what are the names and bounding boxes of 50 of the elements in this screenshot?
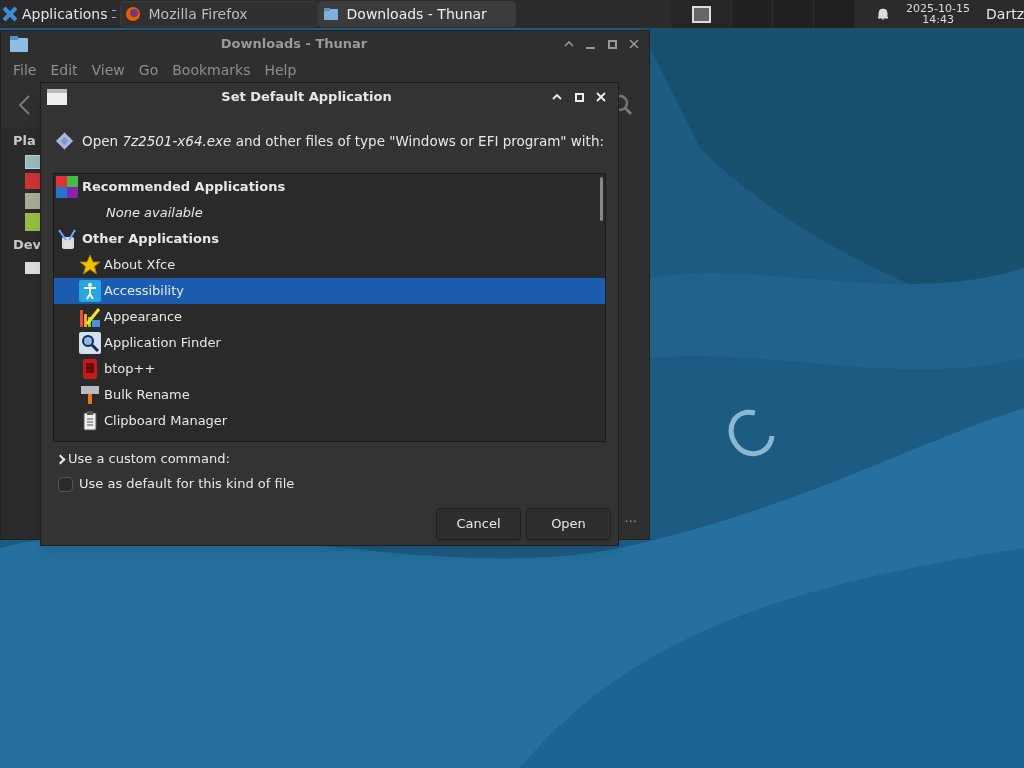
- dialog-button[interactable]: Cancel: [436, 508, 521, 540]
- menu-item[interactable]: File: [13, 59, 37, 81]
- brush-cup-icon: [56, 228, 78, 250]
- empty-note: None available: [106, 204, 203, 223]
- xfce-logo-icon: [2, 6, 18, 22]
- menu-item[interactable]: Bookmarks: [172, 59, 251, 81]
- menu-item[interactable]: Go: [138, 59, 159, 81]
- expander[interactable]: Use a custom command:: [57, 450, 230, 468]
- user-name[interactable]: Dartz: [978, 3, 1024, 25]
- list-item[interactable]: Accessibility: [54, 278, 605, 304]
- dialog-title: Set Default Application: [220, 88, 393, 107]
- search-icon: [79, 332, 101, 354]
- taskbar-button[interactable]: Downloads - Thunar: [317, 1, 516, 27]
- window-icon: [691, 5, 711, 23]
- status-text: ...: [624, 508, 637, 527]
- taskbar-button[interactable]: Mozilla Firefox: [119, 1, 318, 27]
- clock[interactable]: 2025-10-15 14:43: [898, 3, 979, 25]
- list-item[interactable]: Appearance: [54, 304, 605, 330]
- stamp-icon: [79, 384, 101, 406]
- folder-icon: [322, 6, 339, 22]
- window-title: Downloads - Thunar: [219, 35, 369, 54]
- dialog-button[interactable]: Open: [526, 508, 611, 540]
- sidebar-heading: Dev: [13, 235, 41, 254]
- folder-icon: [9, 35, 29, 53]
- list-item[interactable]: Clipboard Manager: [54, 408, 605, 434]
- menu-item[interactable]: Help: [264, 59, 297, 81]
- list-item[interactable]: About Xfce: [54, 252, 605, 278]
- workspace-switcher[interactable]: [671, 0, 855, 28]
- window-icon: [47, 89, 67, 105]
- collapse-icon[interactable]: [564, 41, 574, 47]
- sidebar-heading: Pla: [13, 132, 37, 150]
- separator-icon: [111, 10, 116, 18]
- star-icon: [79, 254, 101, 276]
- group-heading: Recommended Applications: [82, 178, 286, 197]
- applications-menu[interactable]: Applications: [0, 0, 112, 28]
- bell-icon[interactable]: [876, 7, 891, 21]
- list-item[interactable]: btop++: [54, 356, 605, 382]
- menu-item[interactable]: Edit: [50, 59, 78, 81]
- menu-item[interactable]: View: [91, 59, 125, 81]
- scrollbar-thumb[interactable]: [600, 177, 603, 221]
- group-heading: Other Applications: [82, 230, 219, 249]
- firefox-icon: [124, 6, 141, 22]
- grid-icon: [56, 176, 78, 198]
- prompt-text: Open 7z2501-x64.exe and other files of type "Windows or EFI program" with:: [82, 131, 604, 151]
- close-icon[interactable]: [629, 39, 639, 49]
- list-item[interactable]: Application Finder: [54, 330, 605, 356]
- default-checkbox[interactable]: Use as default for this kind of file: [58, 475, 295, 493]
- person-icon: [79, 280, 101, 302]
- list-item[interactable]: Bulk Rename: [54, 382, 605, 408]
- palette-icon: [79, 306, 101, 328]
